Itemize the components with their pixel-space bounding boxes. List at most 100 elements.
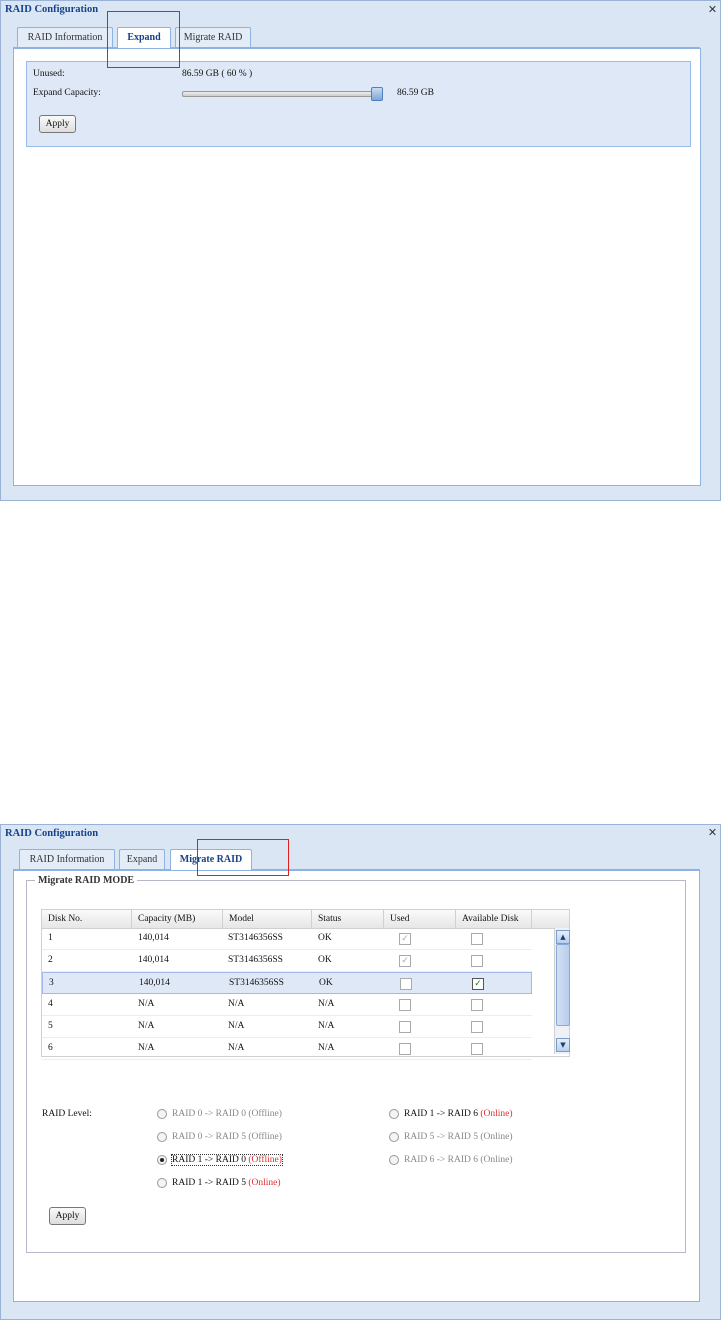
raid-option-label: RAID 6 -> RAID 6 (Online)	[404, 1155, 513, 1165]
cell-disk: 2	[48, 955, 53, 965]
cell-capacity: 140,014	[138, 933, 169, 943]
cell-disk: 5	[48, 1021, 53, 1031]
cell-model: ST3146356SS	[229, 978, 284, 988]
used-checkbox	[399, 1043, 411, 1055]
highlight-box	[107, 11, 180, 68]
tab-body: Unused: 86.59 GB ( 60 % ) Expand Capacit…	[13, 48, 701, 486]
raid-level-option[interactable]: RAID 1 -> RAID 0 (Offline)	[157, 1154, 283, 1166]
tab-body: Migrate RAID MODE Disk No. Capacity (MB)…	[13, 870, 700, 1302]
cell-model: ST3146356SS	[228, 955, 283, 965]
col-model[interactable]: Model	[223, 910, 312, 928]
table-row[interactable]: 6 N/A N/A N/A	[42, 1038, 532, 1060]
raid-option-label: RAID 0 -> RAID 5 (Offline)	[172, 1132, 282, 1142]
raid-level-option: RAID 5 -> RAID 5 (Online)	[389, 1132, 513, 1142]
cell-model: ST3146356SS	[228, 933, 283, 943]
expand-capacity-label: Expand Capacity:	[33, 88, 101, 98]
table-row[interactable]: 3 140,014 ST3146356SS OK ✓	[42, 972, 532, 994]
grid-scrollbar[interactable]: ▲ ▼	[554, 928, 570, 1054]
raid-option-mode: (Offline)	[248, 1109, 282, 1119]
close-icon[interactable]: ✕	[707, 4, 718, 16]
available-disk-checkbox[interactable]	[471, 955, 483, 967]
cell-status: OK	[318, 955, 332, 965]
table-row[interactable]: 5 N/A N/A N/A	[42, 1016, 532, 1038]
cell-model: N/A	[228, 1021, 245, 1031]
raid-config-window-migrate: RAID Configuration ✕ RAID Information Ex…	[0, 824, 721, 1320]
unused-value: 86.59 GB ( 60 % )	[182, 69, 253, 79]
col-status[interactable]: Status	[312, 910, 384, 928]
col-available-disk[interactable]: Available Disk	[456, 910, 532, 928]
used-checkbox	[400, 978, 412, 990]
cell-disk: 3	[49, 978, 54, 988]
apply-button[interactable]: Apply	[39, 115, 76, 133]
radio-button	[389, 1155, 399, 1165]
available-disk-checkbox[interactable]: ✓	[472, 978, 484, 990]
tab-raid-information[interactable]: RAID Information	[19, 849, 115, 869]
cell-status: N/A	[318, 1021, 335, 1031]
tab-migrate-raid[interactable]: Migrate RAID	[175, 27, 251, 47]
raid-level-option[interactable]: RAID 1 -> RAID 5 (Online)	[157, 1178, 281, 1188]
apply-button[interactable]: Apply	[49, 1207, 86, 1225]
table-row[interactable]: 1 140,014 ST3146356SS OK ✓	[42, 928, 532, 950]
raid-level-option: RAID 6 -> RAID 6 (Online)	[389, 1155, 513, 1165]
cell-model: N/A	[228, 1043, 245, 1053]
raid-option-text: RAID 5 -> RAID 5	[404, 1132, 478, 1142]
cell-model: N/A	[228, 999, 245, 1009]
radio-button	[157, 1132, 167, 1142]
raid-level-option: RAID 0 -> RAID 5 (Offline)	[157, 1132, 282, 1142]
raid-level-option: RAID 0 -> RAID 0 (Offline)	[157, 1109, 282, 1119]
expand-capacity-value: 86.59 GB	[397, 88, 434, 98]
raid-option-mode: (Online)	[248, 1178, 281, 1188]
scroll-thumb[interactable]	[556, 944, 570, 1026]
raid-option-text: RAID 0 -> RAID 0	[172, 1109, 246, 1119]
scroll-down-arrow-icon[interactable]: ▼	[556, 1038, 570, 1052]
radio-button[interactable]	[157, 1155, 167, 1165]
window-title: RAID Configuration	[5, 4, 99, 15]
table-row[interactable]: 2 140,014 ST3146356SS OK ✓	[42, 950, 532, 972]
table-row[interactable]: 4 N/A N/A N/A	[42, 994, 532, 1016]
group-title: Migrate RAID MODE	[38, 875, 135, 886]
cell-disk: 6	[48, 1043, 53, 1053]
unused-label: Unused:	[33, 69, 65, 79]
raid-option-mode: (Online)	[480, 1155, 513, 1165]
close-icon[interactable]: ✕	[707, 827, 718, 839]
raid-level-option[interactable]: RAID 1 -> RAID 6 (Online)	[389, 1109, 513, 1119]
cell-capacity: 140,014	[138, 955, 169, 965]
raid-option-text: RAID 1 -> RAID 0	[172, 1155, 246, 1165]
tab-expand[interactable]: Expand	[119, 849, 165, 869]
slider-thumb[interactable]	[371, 87, 383, 101]
cell-capacity: N/A	[138, 1043, 155, 1053]
col-disk-no[interactable]: Disk No.	[42, 910, 132, 928]
raid-option-label: RAID 1 -> RAID 6 (Online)	[404, 1109, 513, 1119]
radio-button[interactable]	[157, 1178, 167, 1188]
raid-option-text: RAID 6 -> RAID 6	[404, 1155, 478, 1165]
raid-option-label: RAID 5 -> RAID 5 (Online)	[404, 1132, 513, 1142]
col-capacity[interactable]: Capacity (MB)	[132, 910, 223, 928]
raid-config-window-expand: RAID Configuration ✕ RAID Information Ex…	[0, 0, 721, 501]
expand-capacity-slider[interactable]	[182, 91, 379, 97]
available-disk-checkbox[interactable]	[471, 1021, 483, 1033]
highlight-box	[197, 839, 289, 876]
cell-disk: 1	[48, 933, 53, 943]
scroll-up-arrow-icon[interactable]: ▲	[556, 930, 570, 944]
cell-status: N/A	[318, 999, 335, 1009]
col-used[interactable]: Used	[384, 910, 456, 928]
tab-raid-information[interactable]: RAID Information	[17, 27, 113, 47]
cell-status: N/A	[318, 1043, 335, 1053]
used-checkbox: ✓	[399, 933, 411, 945]
used-checkbox: ✓	[399, 955, 411, 967]
disk-grid: Disk No. Capacity (MB) Model Status Used…	[41, 909, 570, 1060]
window-title: RAID Configuration	[5, 828, 99, 839]
raid-option-label: RAID 1 -> RAID 5 (Online)	[172, 1178, 281, 1188]
raid-option-label: RAID 1 -> RAID 0 (Offline)	[171, 1154, 283, 1166]
raid-option-mode: (Online)	[480, 1132, 513, 1142]
raid-option-label: RAID 0 -> RAID 0 (Offline)	[172, 1109, 282, 1119]
radio-button[interactable]	[389, 1109, 399, 1119]
raid-option-text: RAID 0 -> RAID 5	[172, 1132, 246, 1142]
expand-panel: Unused: 86.59 GB ( 60 % ) Expand Capacit…	[26, 61, 691, 147]
raid-option-mode: (Offline)	[248, 1132, 282, 1142]
available-disk-checkbox[interactable]	[471, 999, 483, 1011]
available-disk-checkbox[interactable]	[471, 933, 483, 945]
radio-button	[157, 1109, 167, 1119]
raid-option-mode: (Online)	[480, 1109, 513, 1119]
available-disk-checkbox[interactable]	[471, 1043, 483, 1055]
